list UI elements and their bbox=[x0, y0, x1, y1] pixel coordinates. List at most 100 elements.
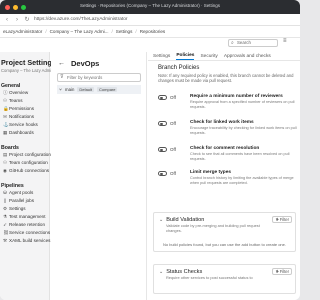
sidebar-sections: General ⓘ Overview ⚇ Teams 🔒 Permissions ✉ Notif… bbox=[0, 83, 51, 245]
policy-toggle[interactable] bbox=[158, 171, 167, 176]
toggle-state: Off bbox=[170, 121, 176, 126]
sidebar-item-service-hooks[interactable]: ⚓ Service hooks bbox=[0, 121, 49, 129]
sidebar-item-github-connections[interactable]: ◉ GitHub connections bbox=[0, 167, 49, 175]
sidebar-subtitle: Company – The Lazy Administrato bbox=[1, 68, 65, 73]
sidebar-item-label: Service hooks bbox=[9, 122, 38, 127]
teams-icon: ⚇ bbox=[3, 98, 8, 103]
tab-settings[interactable]: Settings bbox=[153, 54, 170, 60]
tab-bar: Settings Policies Security Approvals and… bbox=[148, 52, 300, 61]
browser-window: Settings · Repositories (Company – The L… bbox=[0, 0, 300, 300]
keyword-filter-input[interactable]: ⊽ Filter by keywords bbox=[57, 73, 141, 82]
build-icon: ⚒ bbox=[3, 238, 8, 243]
build-validation-filter-button[interactable]: ⊽ Filter bbox=[272, 216, 292, 223]
sidebar-title: Project Settings bbox=[1, 58, 56, 67]
toggle-state: Off bbox=[170, 171, 176, 176]
sidebar-item-service-connections[interactable]: ⛓ Service connections bbox=[0, 229, 51, 237]
branch-policies-description: Note: If any required policy is enabled,… bbox=[158, 73, 294, 83]
filter-label: Filter bbox=[279, 269, 289, 274]
sidebar-item-label: Release retention bbox=[9, 222, 46, 227]
sidebar-item-label: Notifications bbox=[9, 114, 35, 119]
policy-name: Limit merge types bbox=[190, 170, 232, 175]
breadcrumb-project[interactable]: Company – The Lazy Admi... bbox=[50, 29, 109, 34]
github-icon: ◉ bbox=[3, 168, 8, 173]
sidebar-item-label: Permissions bbox=[9, 106, 35, 111]
sidebar-item-parallel-jobs[interactable]: ∥ Parallel jobs bbox=[0, 197, 49, 205]
search-icon: ⌕ bbox=[231, 40, 234, 46]
hook-icon: ⚓ bbox=[3, 122, 9, 127]
repo-header: ← DevOps bbox=[58, 59, 146, 68]
forward-icon[interactable]: › bbox=[14, 17, 20, 23]
build-validation-card: ⌄ Build Validation Validate code by pre-… bbox=[153, 212, 296, 252]
sidebar-item-settings[interactable]: ⚙ Settings bbox=[0, 205, 49, 213]
breadcrumb-separator: / bbox=[111, 29, 113, 34]
policy-name: Require a minimum number of reviewers bbox=[190, 94, 283, 99]
breadcrumb-repositories[interactable]: Repositories bbox=[140, 29, 166, 34]
window-title: Settings · Repositories (Company – The L… bbox=[80, 3, 220, 8]
back-icon[interactable]: ‹ bbox=[4, 17, 10, 23]
status-checks-description: Require other services to post successfu… bbox=[166, 275, 253, 280]
url-text[interactable]: https://dev.azure.com/TheLazyAdministrat… bbox=[34, 17, 128, 22]
sidebar-item-release-retention[interactable]: ➶ Release retention bbox=[0, 221, 49, 229]
tab-policies[interactable]: Policies bbox=[176, 53, 195, 60]
sidebar-item-team-configuration[interactable]: ⚇ Team configuration bbox=[0, 159, 49, 167]
default-badge: Default bbox=[77, 87, 95, 92]
breadcrumb-separator: / bbox=[135, 29, 137, 34]
sidebar-item-test-management[interactable]: ⚗ Test management bbox=[0, 213, 49, 221]
doc-icon: ▤ bbox=[3, 152, 8, 157]
filter-placeholder: Filter by keywords bbox=[67, 75, 103, 80]
sidebar-item-label: Overview bbox=[9, 90, 29, 95]
sidebar-item-label: Settings bbox=[9, 206, 26, 211]
policy-name: Check for linked work items bbox=[190, 120, 254, 125]
branch-icon: ⑂ bbox=[59, 86, 63, 93]
sidebar-item-label: Agent pools bbox=[9, 190, 34, 195]
sidebar-item-label: Parallel jobs bbox=[9, 198, 35, 203]
app-header: eLazyAdministrator / Company – The Lazy … bbox=[0, 26, 300, 38]
policy-description: Encourage traceability by checking for l… bbox=[190, 126, 297, 135]
filter-label: Filter bbox=[279, 217, 289, 222]
list-icon[interactable]: ≡ bbox=[283, 38, 287, 44]
policy-toggle[interactable] bbox=[158, 121, 167, 126]
policy-toggle[interactable] bbox=[158, 147, 167, 152]
chevron-down-icon: ⌄ bbox=[159, 269, 164, 275]
gear-icon: ⚙ bbox=[3, 206, 8, 211]
status-checks-card: ⌄ Status Checks Require other services t… bbox=[153, 264, 296, 294]
sidebar-item-project-configuration[interactable]: ▤ Project configuration bbox=[0, 151, 51, 159]
sidebar-item-permissions[interactable]: 🔒 Permissions bbox=[0, 105, 49, 113]
policy-description: Control branch history by limiting the a… bbox=[190, 176, 294, 185]
title-bar: Settings · Repositories (Company – The L… bbox=[0, 0, 300, 14]
policy-description: Check to see that all comments have been… bbox=[190, 152, 290, 161]
project-settings-sidebar: Project Settings Company – The Lazy Admi… bbox=[0, 52, 65, 300]
flask-icon: ⚗ bbox=[3, 214, 8, 219]
sidebar-item-label: Project configuration bbox=[9, 152, 51, 157]
breadcrumb-org[interactable]: eLazyAdministrator bbox=[3, 29, 42, 34]
sidebar-item-overview[interactable]: ⓘ Overview bbox=[0, 89, 49, 97]
address-bar: ‹ › ↻ https://dev.azure.com/TheLazyAdmin… bbox=[0, 14, 300, 26]
back-arrow-icon[interactable]: ← bbox=[58, 60, 65, 67]
sidebar-item-dashboards[interactable]: ▦ Dashboards bbox=[0, 129, 49, 137]
header-icons: ≡ bbox=[283, 38, 287, 44]
build-validation-description: Validate code by pre-merging and buildin… bbox=[166, 223, 260, 233]
link-icon: ⛓ bbox=[3, 230, 9, 235]
teams-icon: ⚇ bbox=[3, 160, 8, 165]
sidebar-item-notifications[interactable]: ✉ Notifications bbox=[0, 113, 49, 121]
policy-toggle[interactable] bbox=[158, 95, 167, 100]
sidebar-item-label: GitHub connections bbox=[9, 168, 50, 173]
sidebar-item-label: Teams bbox=[9, 98, 23, 103]
sidebar-item-label: Service connections bbox=[9, 230, 51, 235]
reload-icon[interactable]: ↻ bbox=[24, 16, 30, 23]
sidebar-item-xaml-build-services[interactable]: ⚒ XAML build services bbox=[0, 237, 51, 245]
search-input[interactable]: ⌕ Search bbox=[228, 39, 278, 47]
branch-row-main[interactable]: ⑂ main Default Compare bbox=[57, 85, 141, 94]
sidebar-item-label: XAML build services bbox=[9, 238, 51, 243]
main-content: Settings Policies Security Approvals and… bbox=[148, 52, 300, 300]
tab-security[interactable]: Security bbox=[200, 54, 217, 60]
breadcrumb-separator: / bbox=[45, 29, 47, 34]
info-icon: ⓘ bbox=[3, 90, 8, 95]
sidebar-item-agent-pools[interactable]: ⛁ Agent pools bbox=[0, 189, 49, 197]
repository-column: ← DevOps ⊽ Filter by keywords ⑂ main Def… bbox=[51, 52, 147, 300]
status-checks-filter-button[interactable]: ⊽ Filter bbox=[272, 268, 292, 275]
policy-description: Require approval from a specified number… bbox=[190, 100, 295, 109]
tab-approvals-and-checks[interactable]: Approvals and checks bbox=[224, 54, 271, 60]
breadcrumb-settings[interactable]: Settings bbox=[116, 29, 133, 34]
sidebar-item-teams[interactable]: ⚇ Teams bbox=[0, 97, 49, 105]
